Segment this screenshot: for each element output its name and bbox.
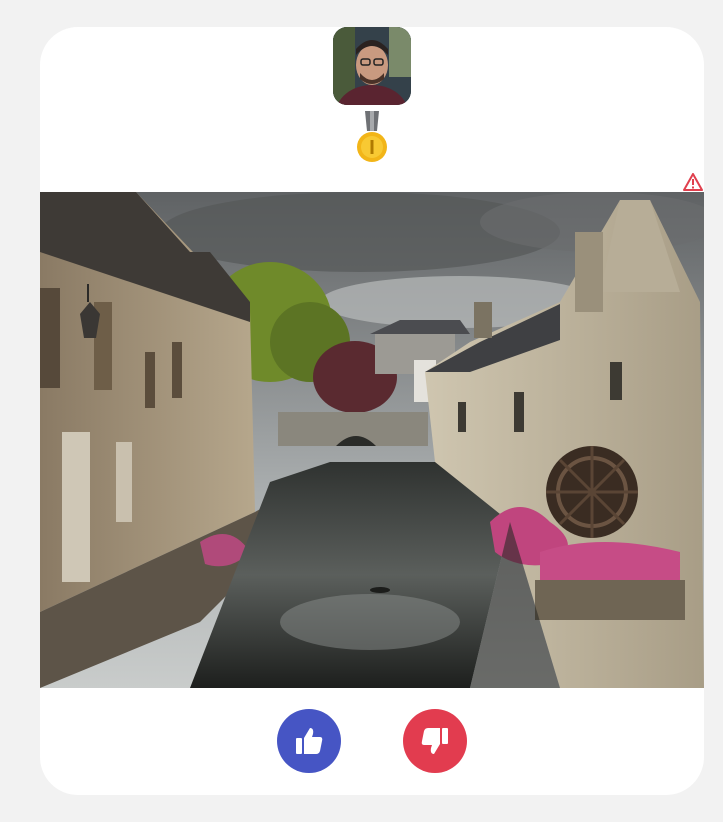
like-button[interactable] <box>277 709 341 773</box>
review-card <box>40 27 704 795</box>
thumbs-up-icon <box>296 728 323 754</box>
canal-with-water-mill-photo <box>40 192 704 688</box>
warning-triangle-icon[interactable] <box>683 173 703 191</box>
thumbs-down-icon <box>421 728 448 754</box>
avatar-image <box>333 27 411 105</box>
dislike-button[interactable] <box>403 709 467 773</box>
user-avatar[interactable] <box>333 27 411 105</box>
gold-medal-icon <box>355 111 389 167</box>
